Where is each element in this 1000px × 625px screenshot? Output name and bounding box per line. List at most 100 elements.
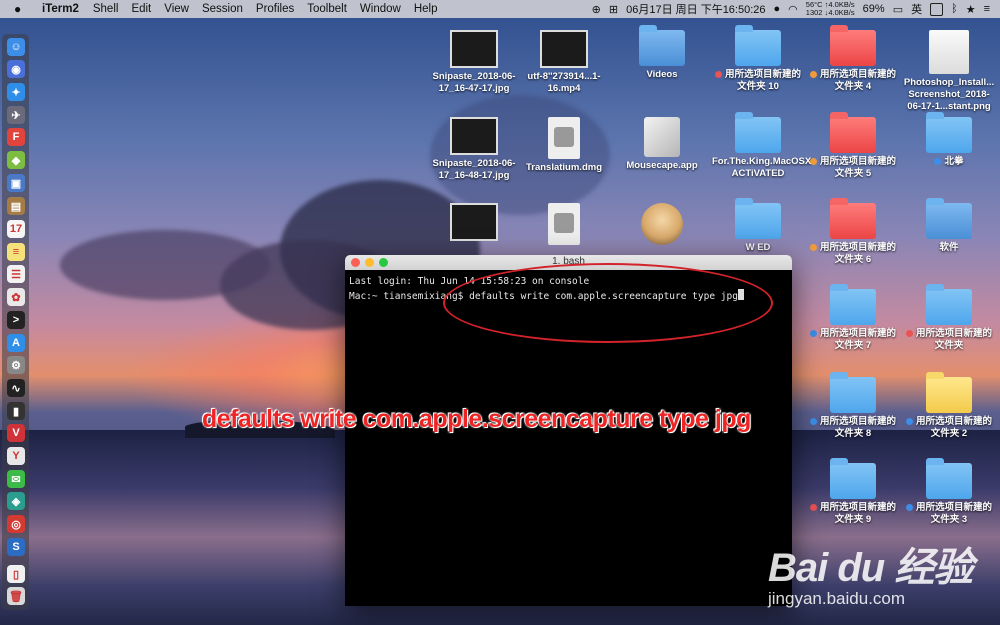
label-text: Videos (646, 69, 678, 80)
menu-session[interactable]: Session (202, 3, 243, 15)
safari-icon[interactable]: ✦ (7, 83, 25, 101)
desktop-icon[interactable]: Translatium.dmg (518, 117, 610, 174)
desktop-icon[interactable]: Videos (616, 25, 708, 81)
yandex-icon[interactable]: Y (7, 447, 25, 465)
menu-help[interactable]: Help (414, 3, 438, 15)
desktop-icon[interactable]: 用所选项目新建的文件夹 4 (807, 25, 899, 93)
calendar-icon[interactable]: 17 (7, 220, 25, 238)
label-text: W ED (745, 242, 771, 253)
desktop-icon[interactable]: 用所选项目新建的文件夹 3 (903, 458, 995, 526)
wechat-icon[interactable]: ✉ (7, 470, 25, 488)
apple-logo-icon[interactable]: ● (774, 3, 781, 15)
desktop-icon-label: For.The.King.MacOSX-ACTiVATED (712, 156, 814, 180)
menu-view[interactable]: View (164, 3, 189, 15)
color-tag-icon (809, 70, 817, 78)
app-store-icon[interactable]: A (7, 334, 25, 352)
finder-icon[interactable]: ☺ (7, 38, 25, 56)
system-preferences-icon[interactable]: ⚙ (7, 356, 25, 374)
dock: ☺ ◉ ✦ ✈ F ◆ ▣ ▤ 17 ≡ ☰ ✿ > A ⚙ ∿ ▮ V Y ✉ ◈ ◎ S ▯ 🗑 (2, 34, 29, 610)
network-stats[interactable]: 56°C ↑4.0KB/s 1302 ↓4.0KB/s (806, 1, 855, 17)
document-icon[interactable]: ▯ (7, 565, 25, 583)
desktop-icon[interactable]: 用所选项目新建的文件夹 10 (712, 25, 804, 93)
label-text: 用所选项目新建的文件夹 2 (915, 416, 992, 439)
label-text: 用所选项目新建的文件夹 9 (819, 502, 896, 525)
reminders-icon[interactable]: ☰ (7, 265, 25, 283)
apple-menu-icon[interactable]: ● (14, 2, 28, 16)
menu-window[interactable]: Window (360, 3, 401, 15)
folder-icon (926, 458, 972, 499)
desktop-icon-label: 用所选项目新建的文件夹 7 (807, 328, 899, 352)
trash-icon[interactable]: 🗑 (7, 587, 25, 605)
preview-icon[interactable]: ▣ (7, 174, 25, 192)
android-icon[interactable]: ◆ (7, 151, 25, 169)
menu-shell[interactable]: Shell (93, 3, 119, 15)
input-method[interactable]: 英 (911, 1, 922, 17)
desktop-icon[interactable]: Mousecape.app (616, 117, 708, 172)
notebook-icon[interactable]: ▤ (7, 197, 25, 215)
menu-list-icon[interactable]: ≡ (984, 3, 990, 15)
desktop-icon[interactable]: 北拳 (903, 112, 995, 168)
desktop-icon[interactable]: Snipaste_2018-06-17_16-48-17.jpg (428, 117, 520, 182)
desktop-icon[interactable]: Snipaste_2018-06-17_16-47-17.jpg (428, 30, 520, 95)
color-tag-icon (809, 503, 817, 511)
desktop-icon[interactable]: Photoshop_Install... Screenshot_2018-06-… (903, 30, 995, 113)
desktop-icon[interactable]: 软件 (903, 198, 995, 254)
desktop-icon[interactable]: 用所选项目新建的文件夹 2 (903, 372, 995, 440)
watermark-logo: Bai du 经验 (768, 546, 973, 590)
activity-monitor-icon[interactable]: ∿ (7, 379, 25, 397)
menu-toolbelt[interactable]: Toolbelt (307, 3, 347, 15)
desktop-icon[interactable]: For.The.King.MacOSX-ACTiVATED (712, 112, 814, 180)
desktop-icon[interactable] (616, 203, 708, 245)
wifi-icon[interactable]: ◠ (788, 3, 798, 16)
desktop-icon[interactable]: 用所选项目新建的文件夹 (903, 284, 995, 352)
menu-app-name[interactable]: iTerm2 (42, 3, 79, 15)
netease-music-icon[interactable]: ◎ (7, 515, 25, 533)
console-icon[interactable]: ▮ (7, 402, 25, 420)
download-readout: 4.0KB/s (828, 8, 855, 17)
folder-icon (830, 198, 876, 239)
menu-profiles[interactable]: Profiles (256, 3, 294, 15)
desktop-icon[interactable]: W ED (712, 198, 804, 254)
terminal-icon[interactable]: > (7, 311, 25, 329)
label-text: 用所选项目新建的文件夹 4 (819, 69, 896, 92)
scrivener-icon[interactable]: S (7, 538, 25, 556)
desktop-icon-label: 用所选项目新建的文件夹 5 (807, 156, 899, 180)
label-text: 用所选项目新建的文件夹 3 (915, 502, 992, 525)
scrivener-menu-icon[interactable] (930, 2, 944, 16)
folder-icon (830, 112, 876, 153)
battery-icon[interactable]: ▭ (893, 3, 903, 16)
label-text: 用所选项目新建的文件夹 (915, 328, 992, 351)
photos-icon[interactable]: ✿ (7, 288, 25, 306)
desktop-icon[interactable]: 用所选项目新建的文件夹 6 (807, 198, 899, 266)
notifications-icon[interactable]: ★ (966, 3, 976, 16)
globe-icon[interactable]: ⊕ (592, 3, 601, 16)
annotation-ellipse (443, 263, 773, 343)
desktop-icon[interactable]: 用所选项目新建的文件夹 5 (807, 112, 899, 180)
app-red-icon[interactable]: F (7, 128, 25, 146)
vivaldi-icon[interactable]: V (7, 424, 25, 442)
desktop-icon-label: 用所选项目新建的文件夹 8 (807, 416, 899, 440)
desktop-icon[interactable]: 用所选项目新建的文件夹 7 (807, 284, 899, 352)
battery-percent[interactable]: 69% (863, 3, 885, 15)
clock-datetime[interactable]: 06月17日 周日 下午16:50:26 (626, 1, 765, 17)
desktop-icon-label: Videos (616, 69, 708, 81)
label-text: 北拳 (944, 156, 964, 167)
desktop-icon-label: 用所选项目新建的文件夹 (903, 328, 995, 352)
desktop-icon[interactable]: 用所选项目新建的文件夹 8 (807, 372, 899, 440)
disk-image-icon (548, 117, 580, 159)
document-icon (929, 30, 969, 74)
desktop-icon[interactable]: 用所选项目新建的文件夹 9 (807, 458, 899, 526)
desktop-icon[interactable]: utf-8''273914...1-16.mp4 (518, 30, 610, 95)
bluetooth-icon[interactable]: ᛒ (951, 3, 958, 15)
desktop-icon[interactable] (428, 203, 520, 241)
desktop-icon-label: 北拳 (903, 156, 995, 168)
notes-icon[interactable]: ≡ (7, 243, 25, 261)
siri-icon[interactable]: ◉ (7, 60, 25, 78)
desktop-icon[interactable] (518, 203, 610, 245)
grid-icon[interactable]: ⊞ (609, 3, 618, 16)
app-teal-icon[interactable]: ◈ (7, 492, 25, 510)
menu-edit[interactable]: Edit (131, 3, 151, 15)
label-text: 用所选项目新建的文件夹 8 (819, 416, 896, 439)
launchpad-icon[interactable]: ✈ (7, 106, 25, 124)
desktop-icon-label: W ED (712, 242, 804, 254)
